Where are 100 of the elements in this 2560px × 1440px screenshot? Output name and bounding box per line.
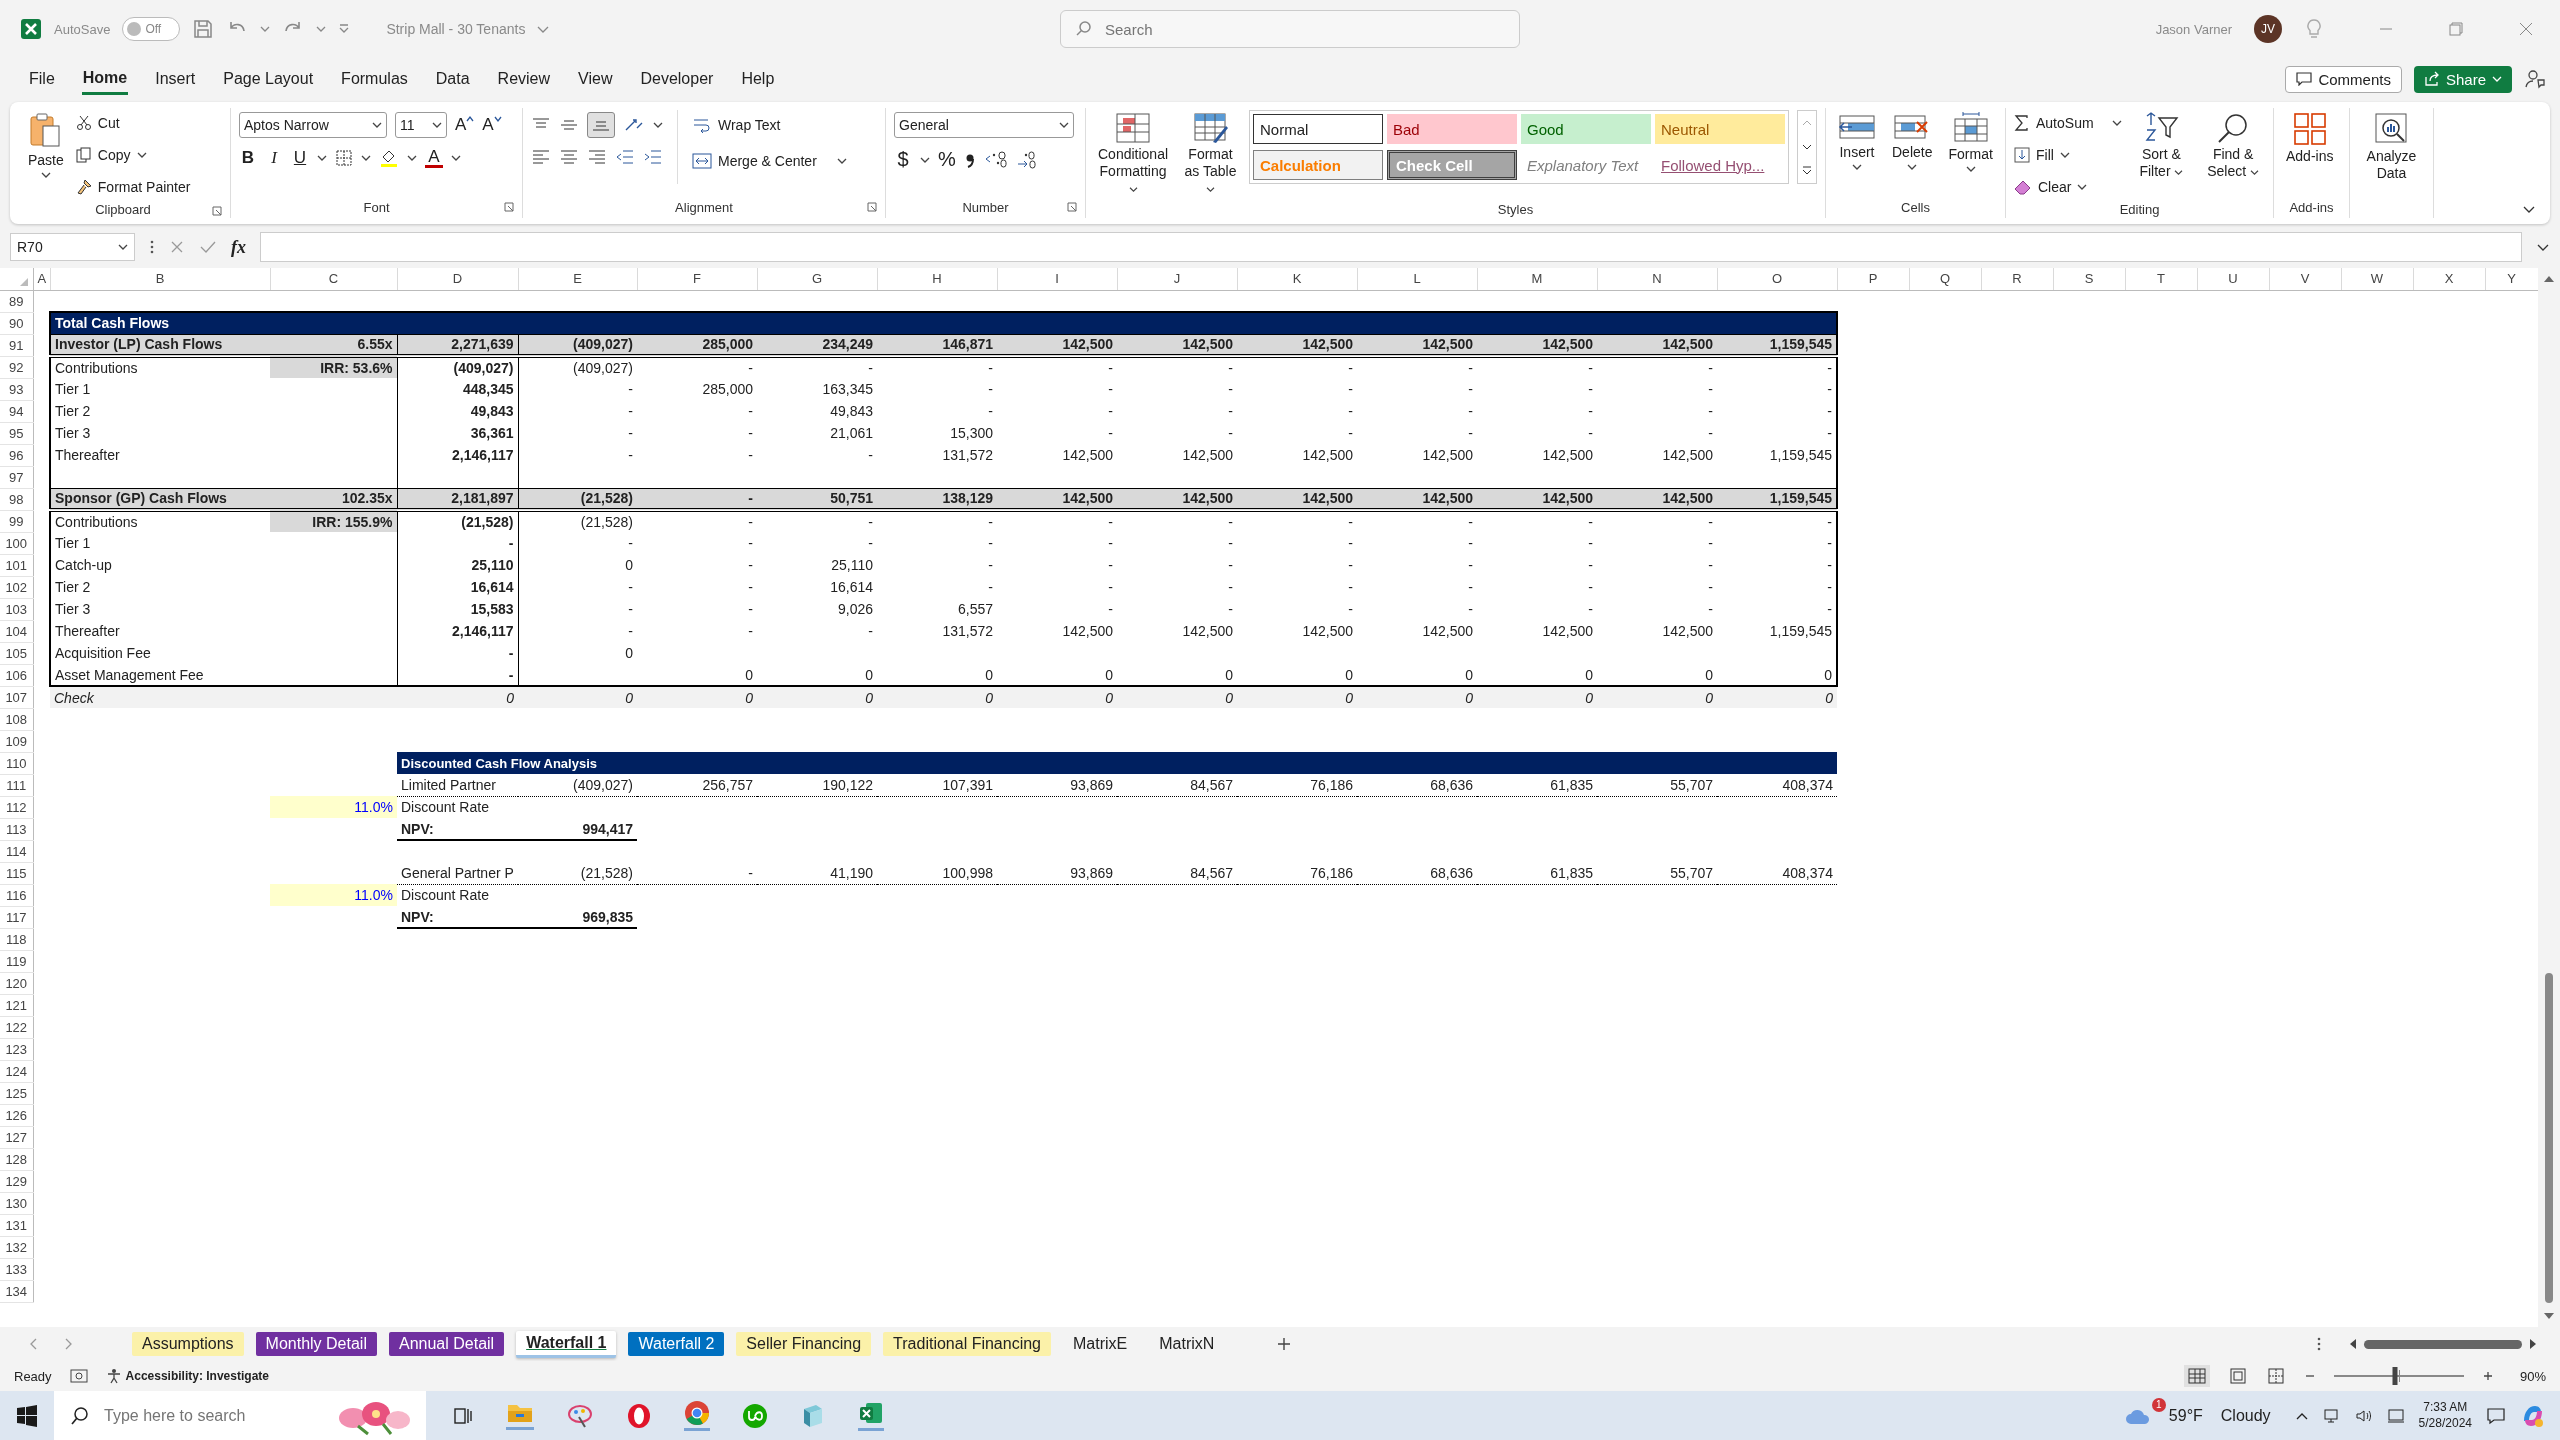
row-header[interactable]: 103 <box>0 598 33 620</box>
number-format-dropdown[interactable]: General <box>894 112 1074 138</box>
notifications-icon[interactable] <box>2486 1406 2506 1425</box>
row-header[interactable]: 129 <box>0 1170 33 1192</box>
opera-icon[interactable] <box>626 1402 652 1429</box>
conditional-formatting-button[interactable]: Conditional Formatting <box>1094 108 1173 201</box>
underline-button[interactable]: U <box>291 148 309 168</box>
decrease-indent-icon[interactable] <box>615 148 635 166</box>
fill-color-icon[interactable] <box>379 148 399 168</box>
taskbar-search-field[interactable]: Type here to search <box>102 1405 316 1426</box>
row-header[interactable]: 118 <box>0 928 33 950</box>
find-select-button[interactable]: Find & Select <box>2201 108 2265 184</box>
menu-tab[interactable]: File <box>28 63 56 95</box>
font-size-dropdown[interactable]: 11 <box>395 112 447 138</box>
row-header[interactable]: 130 <box>0 1192 33 1214</box>
dialog-launcher-icon[interactable] <box>212 206 222 216</box>
format-painter-button[interactable]: Format Painter <box>75 174 191 200</box>
zoom-in-icon[interactable] <box>2482 1370 2494 1382</box>
column-header[interactable]: P <box>1837 268 1909 290</box>
sheet-tab[interactable]: Traditional Financing <box>883 1332 1051 1356</box>
percent-button[interactable]: % <box>938 148 956 171</box>
column-header[interactable]: Q <box>1909 268 1981 290</box>
row-header[interactable]: 114 <box>0 840 33 862</box>
caret-icon[interactable] <box>407 154 417 162</box>
name-box[interactable]: R70 <box>10 233 135 261</box>
clock-date[interactable]: 5/28/2024 <box>2418 1415 2472 1432</box>
autosum-button[interactable]: AutoSum <box>2014 110 2122 136</box>
clock-time[interactable]: 7:33 AM <box>2423 1399 2468 1416</box>
caret-icon[interactable] <box>361 154 371 162</box>
gallery-scroll-bar[interactable] <box>1797 110 1817 184</box>
caret-icon[interactable] <box>317 154 327 162</box>
cell-style-option[interactable]: Good <box>1521 114 1651 144</box>
enter-icon[interactable] <box>199 239 217 255</box>
caret-icon[interactable] <box>451 154 461 162</box>
user-avatar[interactable]: JV <box>2254 15 2282 43</box>
column-header[interactable]: Y <box>2485 268 2538 290</box>
fill-button[interactable]: Fill <box>2014 142 2122 168</box>
zoom-level[interactable]: 90% <box>2512 1368 2546 1384</box>
scroll-left-icon[interactable] <box>2348 1338 2358 1350</box>
increase-decimal-icon[interactable] <box>984 149 1008 170</box>
align-bottom-icon[interactable] <box>587 112 615 138</box>
borders-icon[interactable] <box>335 149 353 167</box>
column-header[interactable]: I <box>997 268 1117 290</box>
paint-app-icon[interactable] <box>566 1402 594 1429</box>
row-header[interactable]: 125 <box>0 1082 33 1104</box>
currency-button[interactable]: $ <box>894 148 912 171</box>
network-icon[interactable] <box>2322 1407 2341 1424</box>
scroll-up-icon[interactable] <box>2543 274 2555 284</box>
sort-filter-button[interactable]: Sort & Filter <box>2129 108 2194 184</box>
row-header[interactable]: 120 <box>0 972 33 994</box>
save-icon[interactable] <box>192 18 215 40</box>
align-center-icon[interactable] <box>559 148 579 166</box>
sheet-tab[interactable]: Annual Detail <box>388 1332 505 1356</box>
row-header[interactable]: 115 <box>0 862 33 884</box>
sheet-tab[interactable]: MatrixE <box>1063 1332 1138 1356</box>
sheet-tab[interactable]: Waterfall 2 <box>628 1332 725 1356</box>
merge-center-button[interactable]: Merge & Center <box>692 148 847 174</box>
row-header[interactable]: 124 <box>0 1060 33 1082</box>
column-header[interactable]: G <box>757 268 877 290</box>
page-layout-icon[interactable] <box>2228 1366 2248 1386</box>
italic-button[interactable]: I <box>265 148 283 168</box>
cell-style-option[interactable]: Bad <box>1387 114 1517 144</box>
share-button[interactable]: Share <box>2413 65 2512 93</box>
chrome-icon[interactable] <box>684 1400 710 1431</box>
format-cells-button[interactable]: Format <box>1944 108 1997 177</box>
sheet-tab[interactable]: Assumptions <box>132 1332 244 1356</box>
formula-input-field[interactable] <box>260 232 2522 262</box>
format-as-table-button[interactable]: Format as Table <box>1180 108 1241 201</box>
caret-icon[interactable] <box>920 155 930 164</box>
add-ins-button[interactable]: Add-ins <box>2282 108 2338 169</box>
search-box[interactable]: Search <box>1060 10 1520 48</box>
cell-style-option[interactable]: Explanatory Text <box>1521 150 1651 180</box>
menu-tab[interactable]: Data <box>434 63 471 95</box>
row-header[interactable]: 132 <box>0 1236 33 1258</box>
row-header[interactable]: 104 <box>0 620 33 642</box>
column-header[interactable]: U <box>2197 268 2269 290</box>
upwork-icon[interactable] <box>742 1402 768 1429</box>
paste-button[interactable]: Paste <box>24 108 68 183</box>
align-left-icon[interactable] <box>531 148 551 166</box>
accessibility-icon[interactable] <box>105 1368 122 1384</box>
row-header[interactable]: 113 <box>0 818 33 840</box>
menu-tab[interactable]: Home <box>81 63 129 95</box>
sheet-tab[interactable]: MatrixN <box>1149 1332 1225 1356</box>
autosave-toggle[interactable]: Off <box>122 17 181 41</box>
row-header[interactable]: 100 <box>0 532 33 554</box>
row-header[interactable]: 89 <box>0 290 33 312</box>
row-header[interactable]: 111 <box>0 774 33 796</box>
monitor-icon[interactable] <box>2386 1407 2405 1424</box>
add-sheet-icon[interactable] <box>1276 1336 1293 1352</box>
row-header[interactable]: 131 <box>0 1214 33 1236</box>
row-header[interactable]: 128 <box>0 1148 33 1170</box>
zoom-slider-thumb[interactable] <box>2392 1367 2398 1385</box>
row-header[interactable]: 117 <box>0 906 33 928</box>
row-header[interactable]: 90 <box>0 312 33 334</box>
column-header[interactable]: N <box>1597 268 1717 290</box>
row-header[interactable]: 108 <box>0 708 33 730</box>
sheet-tab[interactable]: Seller Financing <box>736 1332 872 1356</box>
row-header[interactable]: 99 <box>0 510 33 532</box>
cancel-icon[interactable] <box>169 239 185 255</box>
row-header[interactable]: 98 <box>0 488 33 510</box>
